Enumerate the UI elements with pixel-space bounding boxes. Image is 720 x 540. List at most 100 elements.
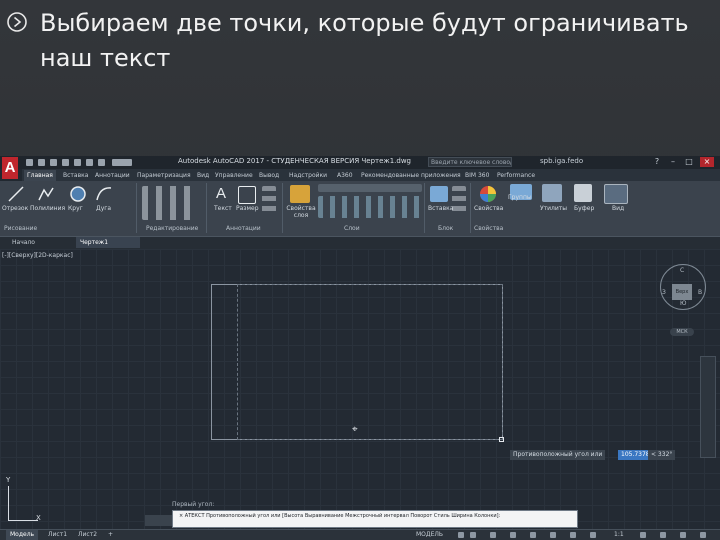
insert-block-icon[interactable] <box>430 186 448 202</box>
match-properties-icon[interactable] <box>478 184 498 204</box>
grid-toggle-icon[interactable] <box>458 532 464 538</box>
viewport-controls[interactable]: [-][Сверху][2D-каркас] <box>2 252 73 259</box>
utilities-label[interactable]: Утилиты <box>540 205 567 212</box>
viewcube-face-top[interactable]: Верх <box>672 284 692 300</box>
dimension-tool-icon[interactable] <box>238 186 256 204</box>
tab-manage[interactable]: Управление <box>212 170 256 181</box>
layout-tab-sheet2[interactable]: Лист2 <box>74 530 101 540</box>
layer-dropdown[interactable] <box>318 184 422 192</box>
panel-label-annotation[interactable]: Аннотации <box>226 225 261 232</box>
dynamic-input-prompt: Противоположный угол или <box>510 450 606 460</box>
match-properties-label[interactable]: Свойства <box>474 205 503 212</box>
tab-performance[interactable]: Performance <box>494 170 538 181</box>
annotation-scale[interactable]: 1:1 <box>610 530 628 540</box>
view-icon[interactable] <box>604 184 628 204</box>
polar-toggle-icon[interactable] <box>510 532 516 538</box>
groups-label[interactable]: Группы <box>508 194 532 201</box>
autocad-logo[interactable]: A <box>2 157 18 179</box>
save-icon[interactable] <box>50 159 57 166</box>
close-icon[interactable]: × <box>700 157 714 167</box>
workspace-dropdown[interactable] <box>112 159 132 166</box>
modify-tools-icon[interactable] <box>142 186 192 220</box>
navigation-bar[interactable] <box>700 356 716 458</box>
circle-tool-icon[interactable] <box>68 184 88 204</box>
panel-label-block[interactable]: Блок <box>438 225 453 232</box>
lineweight-toggle-icon[interactable] <box>550 532 556 538</box>
panel-separator <box>424 183 425 233</box>
panel-label-properties[interactable]: Свойства <box>474 225 503 232</box>
ortho-toggle-icon[interactable] <box>490 532 496 538</box>
plot-icon[interactable] <box>74 159 81 166</box>
dimension-tool-label[interactable]: Размер <box>236 205 259 212</box>
polyline-tool-label[interactable]: Полилиния <box>30 205 65 212</box>
annotation-monitor-icon[interactable] <box>590 532 596 538</box>
hardware-acceleration-icon[interactable] <box>680 532 686 538</box>
open-file-icon[interactable] <box>38 159 45 166</box>
isolate-objects-icon[interactable] <box>660 532 666 538</box>
layout-tab-model[interactable]: Модель <box>6 530 39 540</box>
arc-tool-icon[interactable] <box>94 184 114 204</box>
layout-tab-sheet1[interactable]: Лист1 <box>44 530 71 540</box>
ucs-x-axis <box>8 520 38 521</box>
block-tools-icon[interactable] <box>452 186 466 216</box>
dynamic-input-value2[interactable]: < 332° <box>648 450 676 460</box>
tab-featured-apps[interactable]: Рекомендованные приложения <box>358 170 464 181</box>
tab-insert[interactable]: Вставка <box>60 170 91 181</box>
panel-label-modify[interactable]: Редактирование <box>146 225 198 232</box>
tab-bim360[interactable]: BIM 360 <box>462 170 492 181</box>
view-label[interactable]: Вид <box>612 205 624 212</box>
selection-cycling-icon[interactable] <box>570 532 576 538</box>
text-tool-label[interactable]: Текст <box>214 205 232 212</box>
viewcube-east[interactable]: В <box>698 289 702 296</box>
clipboard-label[interactable]: Буфер <box>574 205 594 212</box>
tab-view[interactable]: Вид <box>194 170 212 181</box>
command-line-buttons[interactable] <box>145 515 172 526</box>
search-input[interactable]: Введите ключевое слово/фразу <box>428 157 512 167</box>
panel-label-draw[interactable]: Рисование <box>4 225 37 232</box>
osnap-toggle-icon[interactable] <box>530 532 536 538</box>
model-space-toggle[interactable]: МОДЕЛЬ <box>412 530 447 540</box>
undo-icon[interactable] <box>86 159 93 166</box>
circle-tool-label[interactable]: Круг <box>68 205 83 212</box>
utilities-icon[interactable] <box>542 184 562 202</box>
workspace-switch-icon[interactable] <box>640 532 646 538</box>
insert-block-label[interactable]: Вставка <box>428 205 453 212</box>
layer-tools-icon[interactable] <box>318 196 422 218</box>
wcs-menu[interactable]: МСК <box>670 328 694 336</box>
viewcube-south[interactable]: Ю <box>680 300 686 307</box>
customization-menu-icon[interactable] <box>700 532 706 538</box>
snap-toggle-icon[interactable] <box>470 532 476 538</box>
add-layout-icon[interactable]: + <box>104 530 117 540</box>
autocad-window: A Autodesk AutoCAD 2017 - СТУДЕНЧЕСКАЯ В… <box>0 156 720 540</box>
tab-parametric[interactable]: Параметризация <box>134 170 194 181</box>
line-tool-icon[interactable] <box>6 184 26 204</box>
viewcube-north[interactable]: С <box>680 267 684 274</box>
tab-home[interactable]: Главная <box>24 170 56 181</box>
redo-icon[interactable] <box>98 159 105 166</box>
polyline-tool-icon[interactable] <box>36 184 56 204</box>
clipboard-icon[interactable] <box>574 184 592 202</box>
tab-output[interactable]: Вывод <box>256 170 282 181</box>
line-tool-label[interactable]: Отрезок <box>2 205 28 212</box>
user-account[interactable]: spb.iga.fedo <box>540 157 583 165</box>
doc-tab-start[interactable]: Начало <box>8 237 76 248</box>
layer-properties-icon[interactable] <box>290 185 310 203</box>
tab-annotate[interactable]: Аннотации <box>92 170 133 181</box>
corner-grip[interactable] <box>499 437 504 442</box>
new-file-icon[interactable] <box>26 159 33 166</box>
panel-label-layers[interactable]: Слои <box>344 225 360 232</box>
viewcube-west[interactable]: З <box>662 289 666 296</box>
save-as-icon[interactable] <box>62 159 69 166</box>
minimize-icon[interactable]: – <box>666 157 680 167</box>
help-icon[interactable]: ? <box>650 157 664 167</box>
layer-properties-label[interactable]: Свойства слоя <box>284 205 318 219</box>
annotation-tools-icon[interactable] <box>262 186 276 216</box>
doc-tab-drawing1[interactable]: Чертеж1 <box>76 237 140 248</box>
command-line[interactable]: × АТЕКСТ Противоположный угол или [Высот… <box>172 510 578 528</box>
arc-tool-label[interactable]: Дуга <box>96 205 111 212</box>
text-tool-icon[interactable]: A <box>216 185 230 203</box>
tab-addins[interactable]: Надстройки <box>286 170 330 181</box>
tab-a360[interactable]: A360 <box>334 170 356 181</box>
maximize-icon[interactable]: □ <box>682 157 696 167</box>
mtext-boundary-preview <box>237 284 503 440</box>
